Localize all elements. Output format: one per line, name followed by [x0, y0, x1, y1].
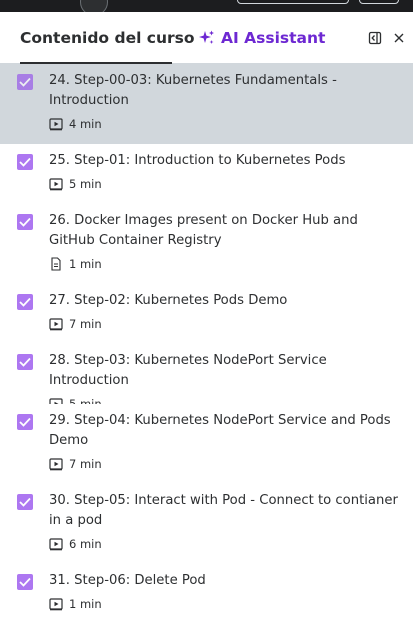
lecture-meta: 5 min: [49, 177, 401, 191]
video-icon: [49, 118, 63, 131]
video-icon: [49, 458, 63, 471]
completed-checkbox[interactable]: [17, 414, 33, 430]
lecture-item[interactable]: 31. Step-06: Delete Pod 1 min: [0, 564, 413, 624]
lecture-meta: 7 min: [49, 317, 401, 331]
tab-ai-assistant-label: AI Assistant: [221, 29, 326, 47]
lecture-duration: 5 min: [69, 177, 102, 191]
header-menu-button[interactable]: [359, 0, 399, 4]
sidebar-tabs: Contenido del curso AI Assistant: [0, 12, 413, 64]
lecture-item[interactable]: 28. Step-03: Kubernetes NodePort Service…: [0, 344, 413, 411]
lecture-title: 24. Step-00-03: Kubernetes Fundamentals …: [49, 73, 337, 108]
check-icon: [19, 217, 31, 227]
completed-checkbox[interactable]: [17, 214, 33, 230]
lecture-title: 28. Step-03: Kubernetes NodePort Service…: [49, 353, 327, 388]
top-header-bar: [0, 0, 413, 16]
tab-course-content[interactable]: Contenido del curso: [20, 29, 195, 47]
document-icon: [51, 257, 61, 271]
lecture-title: 30. Step-05: Interact with Pod - Connect…: [49, 493, 398, 528]
lecture-title: 26. Docker Images present on Docker Hub …: [49, 213, 358, 248]
collapse-panel-icon[interactable]: [368, 31, 382, 45]
check-icon: [19, 297, 31, 307]
video-icon: [49, 318, 63, 331]
check-icon: [19, 157, 31, 167]
sparkle-icon: [199, 30, 214, 44]
completed-checkbox[interactable]: [17, 294, 33, 310]
lecture-meta: 7 min: [49, 457, 401, 471]
video-icon: [49, 178, 63, 191]
lecture-title: 31. Step-06: Delete Pod: [49, 573, 206, 588]
check-icon: [19, 577, 31, 587]
completed-checkbox[interactable]: [17, 354, 33, 370]
tab-ai-assistant[interactable]: AI Assistant: [199, 29, 325, 47]
tab-course-content-label: Contenido del curso: [20, 29, 195, 47]
header-action-button[interactable]: [237, 0, 349, 4]
check-icon: [19, 497, 31, 507]
lecture-duration: 7 min: [69, 457, 102, 471]
lecture-item[interactable]: 26. Docker Images present on Docker Hub …: [0, 204, 413, 284]
lecture-duration: 6 min: [69, 537, 102, 551]
lecture-duration: 1 min: [69, 597, 102, 611]
completed-checkbox[interactable]: [17, 154, 33, 170]
video-icon: [49, 538, 63, 551]
lecture-item[interactable]: 29. Step-04: Kubernetes NodePort Service…: [0, 404, 413, 484]
check-icon: [19, 77, 31, 87]
completed-checkbox[interactable]: [17, 574, 33, 590]
lecture-title: 27. Step-02: Kubernetes Pods Demo: [49, 293, 288, 308]
lecture-duration: 1 min: [69, 257, 102, 271]
lecture-item[interactable]: 27. Step-02: Kubernetes Pods Demo 7 min: [0, 284, 413, 344]
lecture-item[interactable]: 24. Step-00-03: Kubernetes Fundamentals …: [0, 64, 413, 144]
lecture-duration: 7 min: [69, 317, 102, 331]
completed-checkbox[interactable]: [17, 74, 33, 90]
check-icon: [19, 357, 31, 367]
video-icon: [49, 598, 63, 611]
completed-checkbox[interactable]: [17, 494, 33, 510]
lecture-meta: 1 min: [49, 257, 401, 271]
close-icon[interactable]: [392, 31, 406, 45]
check-icon: [19, 417, 31, 427]
lecture-duration: 4 min: [69, 117, 102, 131]
lecture-item[interactable]: 30. Step-05: Interact with Pod - Connect…: [0, 484, 413, 564]
lecture-list: 24. Step-00-03: Kubernetes Fundamentals …: [0, 64, 413, 624]
lecture-meta: 4 min: [49, 117, 401, 131]
lecture-meta: 6 min: [49, 537, 401, 551]
lecture-item[interactable]: 25. Step-01: Introduction to Kubernetes …: [0, 144, 413, 204]
lecture-title: 25. Step-01: Introduction to Kubernetes …: [49, 153, 346, 168]
lecture-title: 29. Step-04: Kubernetes NodePort Service…: [49, 413, 391, 448]
lecture-meta: 1 min: [49, 597, 401, 611]
